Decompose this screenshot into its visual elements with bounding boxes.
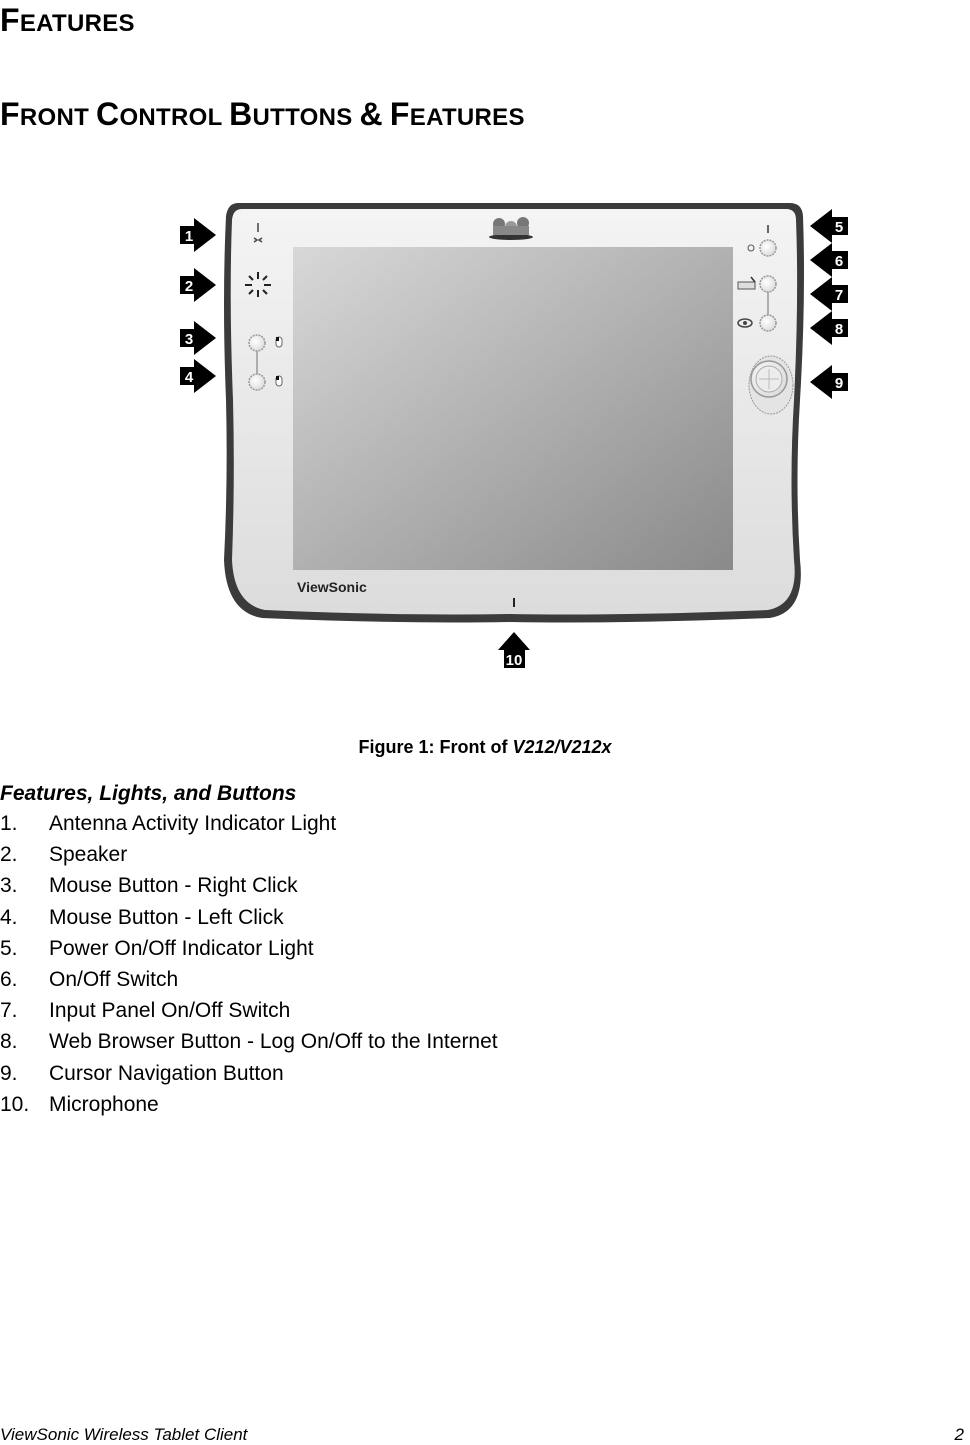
footer-doc-title: ViewSonic Wireless Tablet Client — [0, 1425, 248, 1444]
svg-text:5: 5 — [835, 219, 843, 236]
svg-text:9: 9 — [835, 375, 843, 392]
list-item: 5. Power On/Off Indicator Light — [0, 936, 314, 960]
list-item: 10. Microphone — [0, 1092, 159, 1116]
list-item: 9. Cursor Navigation Button — [0, 1061, 284, 1085]
list-item: 8. Web Browser Button - Log On/Off to the… — [0, 1030, 498, 1054]
svg-text:6: 6 — [835, 253, 843, 270]
svg-text:2: 2 — [185, 278, 193, 295]
page-title: FEATURES — [0, 2, 135, 38]
callout-6: 6 — [810, 243, 848, 277]
cursor-navigation-button — [748, 355, 794, 415]
callout-1: 1 — [180, 218, 216, 252]
callout-2: 2 — [180, 268, 216, 302]
web-browser-button — [759, 314, 777, 332]
tablet-front-figure: ViewSonic 1 2 3 4 5 6 7 8 9 10 — [180, 203, 848, 669]
callout-3: 3 — [180, 321, 216, 355]
callout-8: 8 — [810, 311, 848, 345]
list-item: 2. Speaker — [0, 843, 128, 867]
section-title: FRONT CONTROL BUTTONS & FEATURES — [0, 96, 525, 132]
list-item: 7. Input Panel On/Off Switch — [0, 999, 291, 1023]
features-heading: Features, Lights, and Buttons — [0, 782, 297, 805]
svg-text:4: 4 — [185, 369, 194, 386]
list-item: 1. Antenna Activity Indicator Light — [0, 812, 337, 835]
svg-text:7: 7 — [835, 287, 843, 304]
on-off-switch — [759, 239, 777, 257]
svg-text:10: 10 — [506, 652, 523, 669]
svg-text:3: 3 — [185, 331, 193, 348]
list-item: 3. Mouse Button - Right Click — [0, 874, 298, 898]
callout-4: 4 — [180, 359, 216, 393]
left-click-button — [248, 373, 266, 391]
list-item: 4. Mouse Button - Left Click — [0, 905, 284, 929]
mouse-right-icon — [275, 336, 283, 348]
right-click-button — [248, 334, 266, 352]
svg-text:8: 8 — [835, 321, 843, 338]
viewsonic-logo: ViewSonic — [297, 579, 367, 595]
list-item: 6. On/Off Switch — [0, 967, 179, 991]
input-panel-switch — [759, 275, 777, 293]
callout-9: 9 — [810, 365, 848, 399]
svg-text:1: 1 — [185, 228, 193, 245]
callout-5: 5 — [810, 209, 848, 243]
tablet-screen — [293, 247, 733, 570]
features-list: 1. Antenna Activity Indicator Light 2. Spe… — [0, 810, 498, 1122]
callout-7: 7 — [810, 277, 848, 311]
figure-caption: Figure 1: Front of V212/V212x — [358, 737, 612, 757]
callout-10: 10 — [498, 632, 530, 669]
mouse-left-icon — [275, 375, 283, 387]
footer-page-number: 2 — [954, 1425, 964, 1444]
